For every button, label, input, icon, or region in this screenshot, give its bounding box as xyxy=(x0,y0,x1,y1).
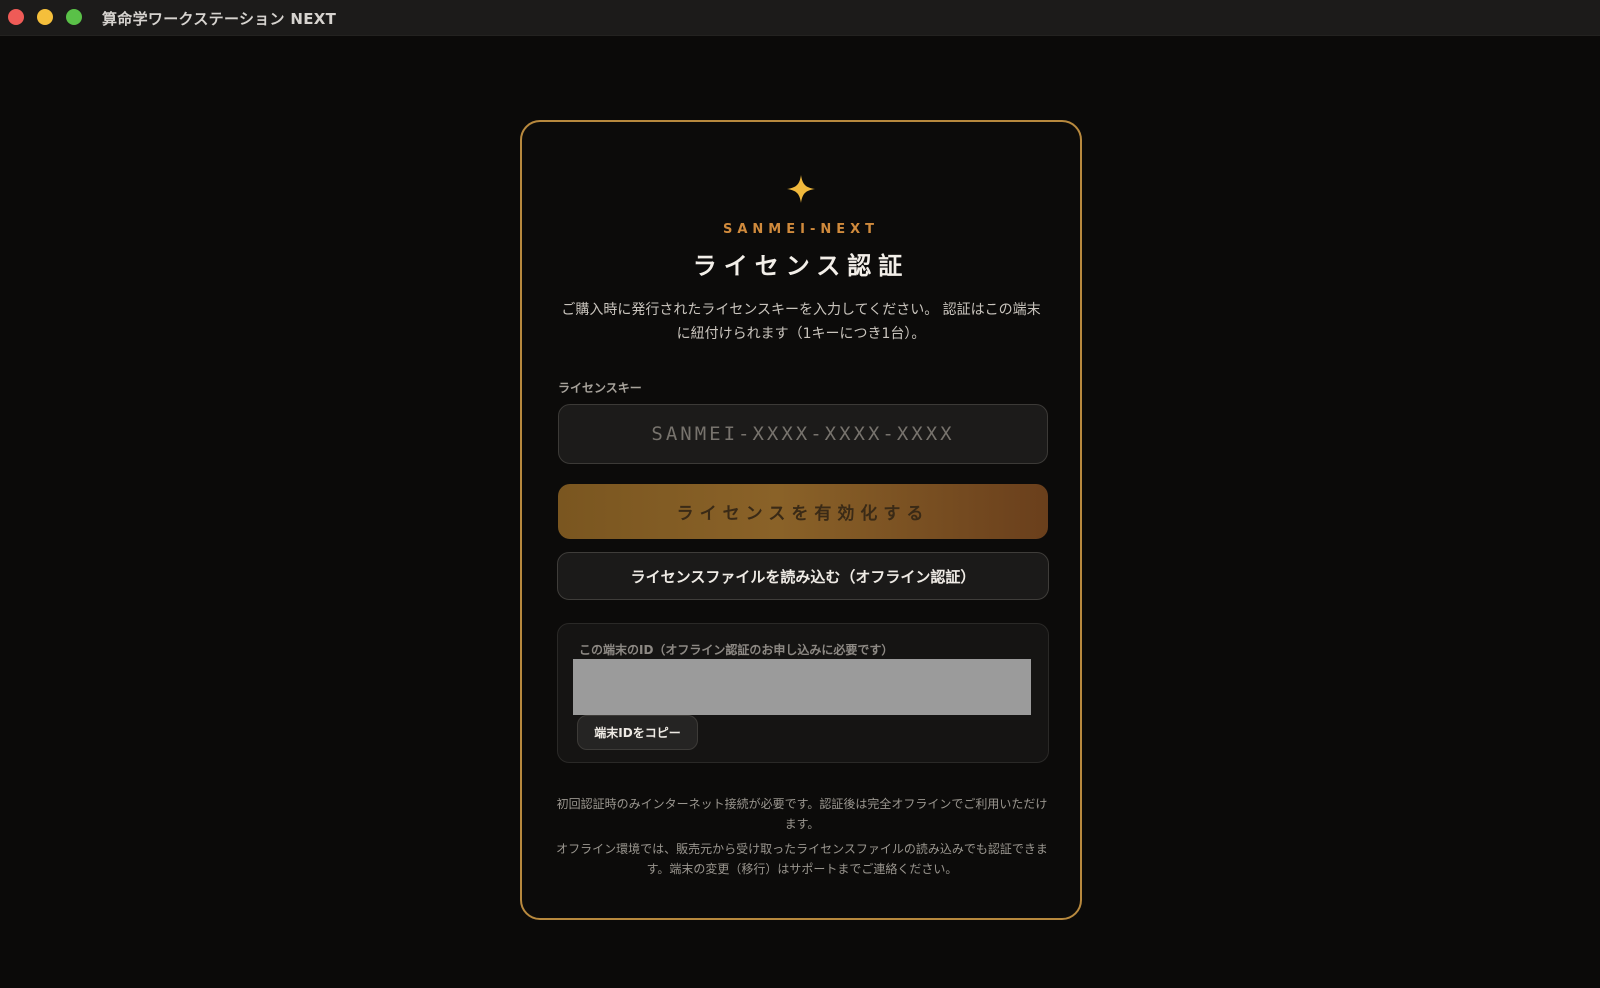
page-title: ライセンス認証 xyxy=(692,251,910,280)
device-id-field[interactable] xyxy=(573,659,1031,715)
device-id-panel: この端末のID（オフライン認証のお申し込みに必要です） 端末IDをコピー xyxy=(557,623,1049,763)
sparkle-icon xyxy=(787,175,815,203)
device-id-label: この端末のID（オフライン認証のお申し込みに必要です） xyxy=(579,643,894,657)
description: ご購入時に発行されたライセンスキーを入力してください。 認証はこの端末に紐付けら… xyxy=(561,302,1041,342)
license-card: SANMEI-NEXT ライセンス認証 ご購入時に発行されたライセンスキーを入力… xyxy=(520,120,1082,920)
title-bar: 算命学ワークステーション NEXT xyxy=(0,0,1600,36)
window-close-button[interactable] xyxy=(8,9,24,25)
online-note: 初回認証時のみインターネット接続が必要です。認証後は完全オフラインでご利用いただ… xyxy=(556,797,1048,831)
load-license-file-button[interactable]: ライセンスファイルを読み込む（オフライン認証） xyxy=(557,552,1049,600)
activate-license-button[interactable]: ライセンスを有効化する xyxy=(558,484,1048,539)
brand-label: SANMEI-NEXT xyxy=(722,222,879,237)
copy-device-id-button[interactable]: 端末IDをコピー xyxy=(577,715,698,750)
window-maximize-button[interactable] xyxy=(66,9,82,25)
license-key-input[interactable] xyxy=(558,404,1048,464)
window-title: 算命学ワークステーション NEXT xyxy=(102,10,337,28)
license-key-label: ライセンスキー xyxy=(558,381,642,395)
window-minimize-button[interactable] xyxy=(37,9,53,25)
offline-note: オフライン環境では、販売元から受け取ったライセンスファイルの読み込みでも認証でき… xyxy=(556,842,1048,876)
